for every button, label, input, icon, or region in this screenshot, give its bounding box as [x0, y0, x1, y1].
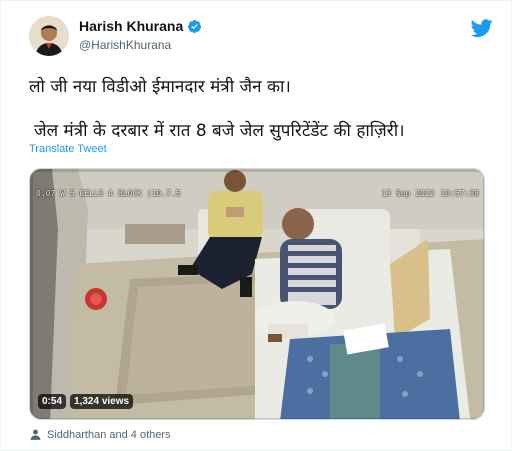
cctv-timestamp: 13 Sep 2022 19:57:38: [381, 189, 479, 198]
liked-by-row[interactable]: Siddharthan and 4 others: [29, 428, 171, 441]
video-duration: 0:54: [38, 394, 67, 409]
video-badges: 0:54 1,324 views: [38, 394, 134, 409]
tweet-video[interactable]: 0.07 W 5 CELLS A BLOCK (10.7.5 13 Sep 20…: [29, 168, 485, 420]
cctv-date: 13 Sep 2022: [381, 189, 435, 198]
video-views: 1,324 views: [70, 394, 134, 409]
author-display-name[interactable]: Harish Khurana: [79, 18, 183, 34]
twitter-bird-icon[interactable]: [471, 17, 493, 39]
tweet-text-line-1: लो जी नया विडीओ ईमानदार मंत्री जैन का।: [29, 77, 291, 97]
tweet-text-line-2: जेल मंत्री के दरबार में रात 8 बजे जेल सु…: [34, 121, 405, 141]
translate-tweet-link[interactable]: Translate Tweet: [29, 143, 107, 155]
verified-badge-icon: [188, 19, 202, 33]
cctv-camera-label: 0.07 W 5 CELLS A BLOCK (10.7.5: [36, 189, 181, 198]
author-handle[interactable]: @HarishKhurana: [79, 38, 171, 52]
liked-by-text[interactable]: Siddharthan and 4 others: [47, 429, 171, 441]
cctv-time: 19:57:38: [440, 189, 479, 198]
author-avatar[interactable]: [29, 16, 69, 56]
author-name-row[interactable]: Harish Khurana: [79, 18, 202, 34]
video-thumbnail: [30, 169, 484, 419]
tweet-card[interactable]: Harish Khurana @HarishKhurana लो जी नया …: [0, 0, 512, 451]
person-icon: [30, 429, 41, 440]
